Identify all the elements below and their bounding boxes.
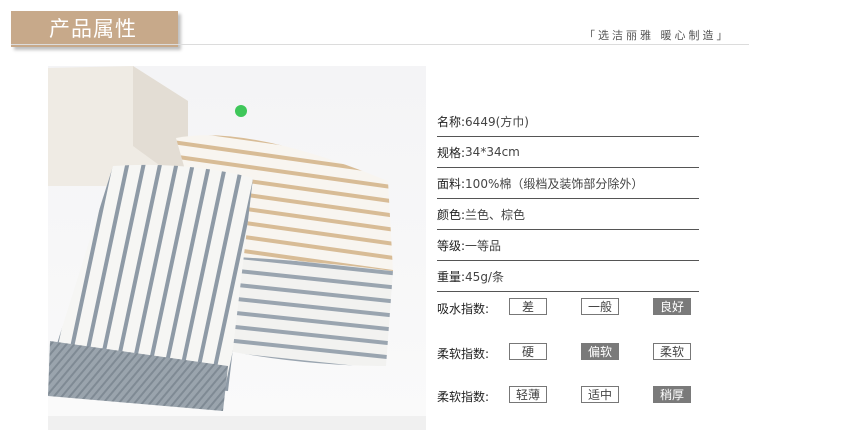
header-divider	[11, 44, 749, 45]
index-option-soft: 柔软	[653, 343, 691, 360]
spec-label: 颜色:	[437, 207, 466, 222]
index-option-hard: 硬	[509, 343, 547, 360]
spec-name-row: 名称: 6449(方巾)	[437, 106, 699, 137]
index-option-average: 一般	[581, 298, 619, 315]
spec-value: 100%棉（缎档及装饰部分除外）	[465, 176, 644, 191]
spec-label: 名称:	[437, 114, 466, 129]
softness-index-row: 柔软指数: 硬 偏软 柔软	[437, 343, 737, 363]
spec-label: 等级:	[437, 238, 466, 253]
index-option-slightly-thick: 稍厚	[653, 386, 691, 403]
spec-color-row: 颜色: 兰色、棕色	[437, 199, 699, 230]
spec-list: 名称: 6449(方巾) 规格: 34*34cm 面料: 100%棉（缎档及装饰部分除…	[437, 106, 699, 292]
index-option-slightly-soft: 偏软	[581, 343, 619, 360]
spec-value: 一等品	[465, 238, 502, 253]
index-label: 柔软指数:	[437, 390, 490, 404]
spec-value: 兰色、棕色	[465, 207, 526, 222]
brand-slogan: 「选洁丽雅 暖心制造」	[584, 29, 731, 42]
index-option-medium: 适中	[581, 386, 619, 403]
index-option-thin: 轻薄	[509, 386, 547, 403]
spec-label: 面料:	[437, 176, 466, 191]
spec-size-row: 规格: 34*34cm	[437, 137, 699, 168]
product-photo	[48, 66, 426, 430]
absorbency-index-row: 吸水指数: 差 一般 良好	[437, 298, 737, 318]
spec-label: 规格:	[437, 145, 466, 160]
spec-value: 45g/条	[465, 269, 504, 284]
spec-grade-row: 等级: 一等品	[437, 230, 699, 261]
spec-fabric-row: 面料: 100%棉（缎档及装饰部分除外）	[437, 168, 699, 199]
index-label: 柔软指数:	[437, 347, 490, 361]
index-option-poor: 差	[509, 298, 547, 315]
index-option-good: 良好	[653, 298, 691, 315]
spec-weight-row: 重量: 45g/条	[437, 261, 699, 292]
index-label: 吸水指数:	[437, 302, 490, 316]
spec-label: 重量:	[437, 269, 466, 284]
thickness-index-row: 柔软指数: 轻薄 适中 稍厚	[437, 386, 737, 406]
spec-value: 6449(方巾)	[465, 114, 529, 129]
section-title-tab: 产品属性	[11, 11, 178, 47]
spec-value: 34*34cm	[465, 145, 520, 159]
